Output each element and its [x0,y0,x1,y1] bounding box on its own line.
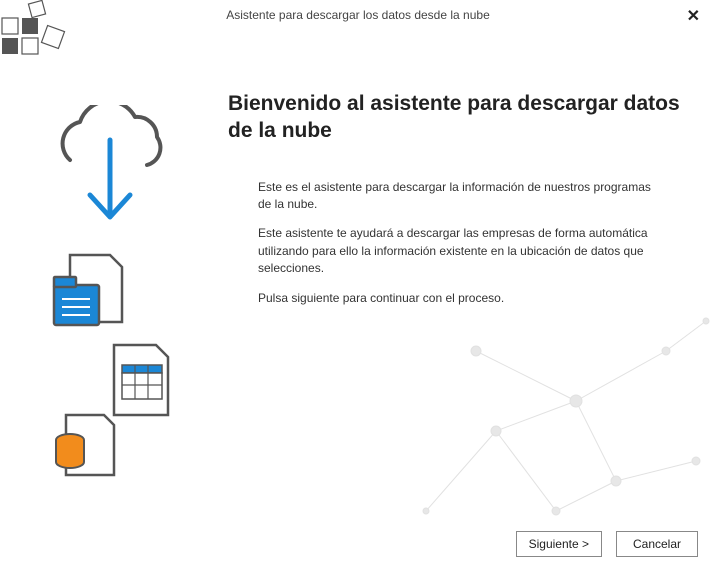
intro-paragraph-3: Pulsa siguiente para continuar con el pr… [228,290,686,307]
background-network-graphic [416,311,716,531]
wizard-illustration [30,105,210,490]
intro-paragraph-2: Este asistente te ayudará a descargar la… [228,225,686,277]
page-heading: Bienvenido al asistente para descargar d… [228,90,686,145]
next-button[interactable]: Siguiente > [516,531,602,557]
intro-paragraph-1: Este es el asistente para descargar la i… [228,179,686,214]
close-button[interactable]: ✕ [681,4,706,28]
wizard-title: Asistente para descargar los datos desde… [0,8,716,22]
cancel-button[interactable]: Cancelar [616,531,698,557]
